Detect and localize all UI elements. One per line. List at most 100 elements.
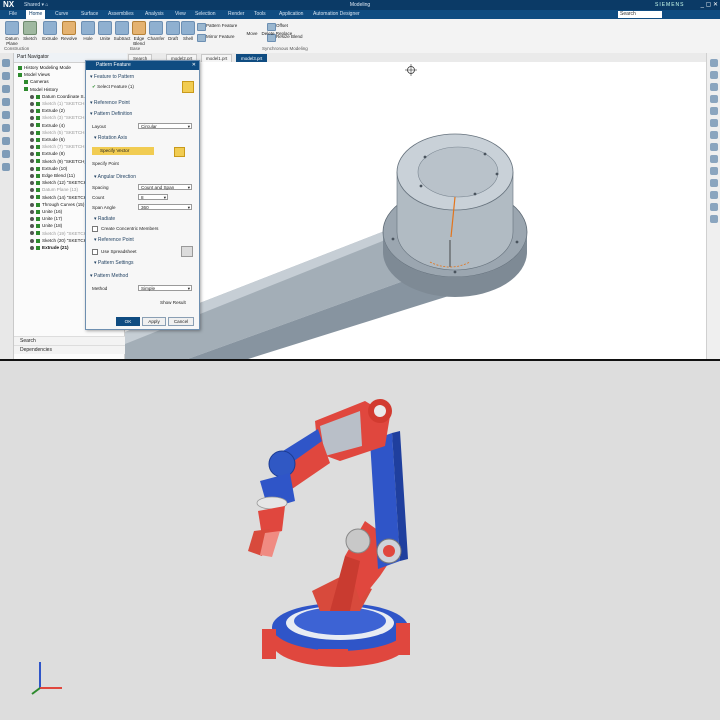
menu-tab-render[interactable]: Render: [225, 10, 247, 19]
visibility-icon[interactable]: [30, 216, 34, 221]
spreadsheet-icon[interactable]: [181, 246, 193, 257]
pattern-feature-button[interactable]: Pattern Feature: [196, 22, 237, 31]
check-icon[interactable]: [36, 188, 40, 193]
visibility-icon[interactable]: [30, 209, 34, 214]
check-icon[interactable]: [36, 159, 40, 164]
section-pattern-definition[interactable]: Pattern Definition: [90, 110, 132, 118]
file-tab[interactable]: model3.prt: [236, 54, 268, 62]
datum-plane-button[interactable]: Datum Plane: [2, 21, 22, 46]
navigator-search-section[interactable]: Search: [14, 336, 130, 345]
view-tool-icon[interactable]: [710, 119, 718, 127]
tree-node[interactable]: History Modeling Mode: [18, 65, 71, 71]
navigator-dependencies-section[interactable]: Dependencies: [14, 345, 130, 354]
show-result-button[interactable]: Show Result: [160, 299, 186, 306]
check-icon[interactable]: [36, 101, 40, 106]
check-icon[interactable]: [24, 87, 28, 92]
visibility-icon[interactable]: [30, 123, 34, 128]
check-icon[interactable]: [36, 238, 40, 243]
tree-node[interactable]: Datum Coordinate S...: [30, 94, 87, 100]
section-rotation-axis[interactable]: Rotation Axis: [94, 134, 127, 142]
check-icon[interactable]: [36, 224, 40, 229]
check-icon[interactable]: [36, 137, 40, 142]
menu-tab-automation-designer[interactable]: Automation Designer: [310, 10, 363, 19]
menu-tab-selection[interactable]: Selection: [192, 10, 219, 19]
count-input[interactable]: 8: [138, 194, 168, 201]
tree-node[interactable]: Extrude (2): [30, 108, 65, 114]
menu-tab-surface[interactable]: Surface: [78, 10, 101, 19]
vector-dialog-icon[interactable]: [174, 147, 185, 157]
visibility-icon[interactable]: [30, 130, 34, 135]
use-spreadsheet-row[interactable]: Use Spreadsheet: [92, 248, 137, 255]
window-controls[interactable]: _ ▢ ✕: [690, 0, 718, 10]
tree-node[interactable]: Cameras: [24, 79, 49, 85]
tree-node[interactable]: Extrude (8): [30, 151, 65, 157]
ok-button[interactable]: OK: [116, 317, 140, 326]
visibility-icon[interactable]: [30, 116, 34, 121]
tree-node[interactable]: Unite (16): [30, 209, 62, 215]
tree-node[interactable]: Unite (17): [30, 216, 62, 222]
resource-bar-icon[interactable]: [2, 150, 10, 158]
section-pattern-method[interactable]: Pattern Method: [90, 272, 128, 280]
tree-node[interactable]: Edge Blend (11): [30, 173, 75, 179]
concentric-checkbox[interactable]: [92, 225, 98, 232]
tree-node[interactable]: Extrude (10): [30, 166, 67, 172]
check-icon[interactable]: [36, 152, 40, 157]
menu-tab-file[interactable]: File: [6, 10, 20, 19]
menu-tab-application[interactable]: Application: [276, 10, 306, 19]
quick-access-toolbar[interactable]: Shared ▾ ⌂: [24, 2, 134, 8]
layout-select[interactable]: Circular: [138, 123, 192, 130]
tree-node[interactable]: Through Curves (15): [30, 202, 84, 208]
visibility-icon[interactable]: [30, 101, 34, 106]
check-icon[interactable]: [36, 130, 40, 135]
visibility-icon[interactable]: [30, 152, 34, 157]
check-icon[interactable]: [36, 195, 40, 200]
section-reference-point[interactable]: Reference Point: [90, 99, 130, 107]
check-icon[interactable]: [36, 173, 40, 178]
tree-node[interactable]: Sketch (1) "SKETCH...: [30, 101, 88, 107]
section-pattern-settings[interactable]: Pattern Settings: [94, 259, 134, 267]
check-icon[interactable]: [36, 166, 40, 171]
view-tool-icon[interactable]: [710, 179, 718, 187]
robot-arm-model[interactable]: [0, 361, 720, 720]
visibility-icon[interactable]: [30, 173, 34, 178]
command-search-input[interactable]: Search: [618, 11, 662, 18]
menu-tab-home[interactable]: Home: [26, 10, 46, 19]
visibility-icon[interactable]: [30, 195, 34, 200]
check-icon[interactable]: [24, 80, 28, 85]
view-tool-icon[interactable]: [710, 71, 718, 79]
spreadsheet-checkbox[interactable]: [92, 248, 98, 255]
spacing-select[interactable]: Count and Span: [138, 184, 192, 191]
menu-tab-curve[interactable]: Curve: [52, 10, 71, 19]
method-select[interactable]: Simple: [138, 285, 192, 292]
sketch-button[interactable]: Sketch: [20, 21, 40, 41]
resource-bar-icon[interactable]: [2, 137, 10, 145]
visibility-icon[interactable]: [30, 137, 34, 142]
check-icon[interactable]: [36, 216, 40, 221]
view-tool-icon[interactable]: [710, 59, 718, 67]
create-concentric-row[interactable]: Create Concentric Members: [92, 225, 158, 232]
check-icon[interactable]: [36, 202, 40, 207]
check-icon[interactable]: [36, 231, 40, 236]
view-tool-icon[interactable]: [710, 215, 718, 223]
visibility-icon[interactable]: [30, 180, 34, 185]
tree-node[interactable]: Sketch (7) "SKETCH...: [30, 144, 88, 150]
visibility-icon[interactable]: [30, 245, 34, 250]
specify-point-row[interactable]: Specify Point: [92, 160, 119, 167]
tree-node[interactable]: Model History: [24, 87, 58, 93]
apply-button[interactable]: Apply: [142, 317, 166, 326]
tree-node[interactable]: Sketch (20) "SKETCH...: [30, 238, 91, 244]
tree-node[interactable]: Sketch (12) "SKETCH...: [30, 180, 91, 186]
resource-bar-icon[interactable]: [2, 85, 10, 93]
visibility-icon[interactable]: [30, 166, 34, 171]
section-radiate[interactable]: Radiate: [94, 215, 115, 223]
visibility-icon[interactable]: [30, 188, 34, 193]
check-icon[interactable]: [36, 123, 40, 128]
feature-select-icon[interactable]: [182, 81, 194, 93]
extrude-button[interactable]: Extrude: [40, 21, 60, 41]
tree-node[interactable]: Model Views: [18, 72, 50, 78]
view-tool-icon[interactable]: [710, 107, 718, 115]
check-icon[interactable]: [18, 65, 22, 70]
resource-bar-icon[interactable]: [2, 111, 10, 119]
graphics-window[interactable]: [125, 62, 705, 360]
tree-node[interactable]: Sketch (3) "SKETCH...: [30, 115, 88, 121]
